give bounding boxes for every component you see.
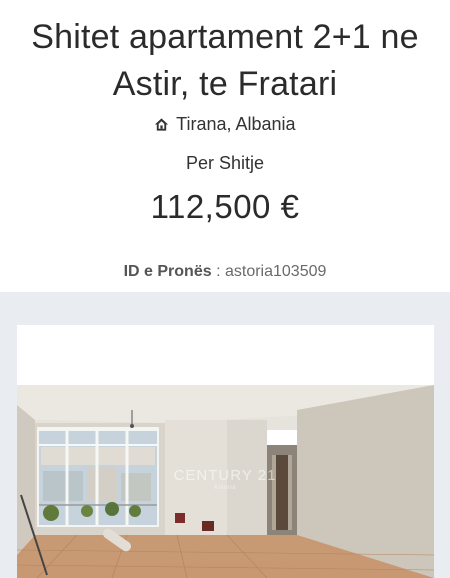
- property-id-value: astoria103509: [224, 263, 327, 280]
- listing-type: Per Shitje: [185, 153, 265, 173]
- watermark-sub: Astoria: [213, 485, 237, 491]
- location-text: Tirana, Albania: [176, 114, 296, 134]
- watermark-brand: CENTURY 21: [173, 467, 277, 484]
- photo-watermark: CENTURY 21 Astoria: [160, 468, 290, 492]
- listing-title: Shitet apartament 2+1 ne Astir, te Frata…: [31, 18, 419, 103]
- listing-price: 112,500 €: [150, 188, 300, 225]
- listing-header: Shitet apartament 2+1 ne Astir, te Frata…: [0, 0, 450, 292]
- property-id: ID e Pronës : astoria103509: [0, 261, 450, 283]
- property-id-label: ID e Pronës: [123, 263, 212, 280]
- property-id-separator: :: [211, 263, 225, 280]
- home-icon: [154, 114, 169, 138]
- listing-location: Tirana, Albania: [0, 112, 450, 138]
